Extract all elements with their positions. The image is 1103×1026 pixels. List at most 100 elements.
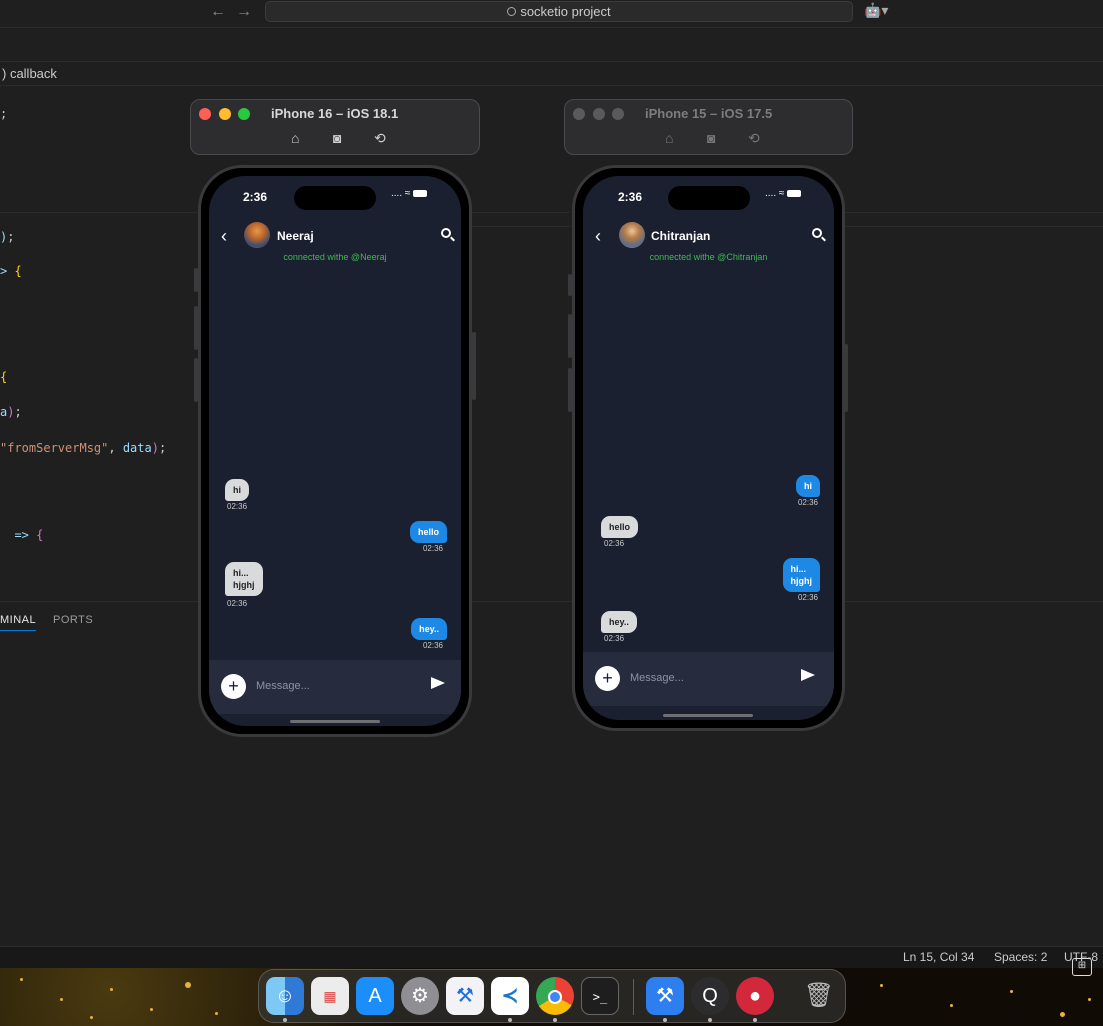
message-input[interactable]: Message... (630, 672, 684, 684)
add-attachment-button[interactable]: + (221, 674, 246, 699)
code-line: => { (14, 528, 44, 542)
battery-icon (787, 189, 802, 197)
message-time: 02:36 (797, 498, 818, 507)
search-text: socketio project (520, 4, 611, 19)
dynamic-island (668, 186, 750, 210)
connection-status: connected withe @Neeraj (283, 252, 387, 262)
back-arrow-icon[interactable]: ← (210, 3, 226, 21)
message-bubble-outgoing[interactable]: hey.. (411, 618, 447, 640)
avatar[interactable] (244, 222, 270, 248)
back-chevron-icon[interactable]: ‹ (221, 226, 227, 247)
system-settings-icon[interactable]: ⚙ (401, 977, 439, 1015)
chrome-icon[interactable] (536, 977, 574, 1015)
code-editor[interactable]: ; ); > { { a); "fromServerMsg", data); =… (0, 87, 1103, 601)
message-time: 02:36 (227, 502, 248, 511)
connection-status: connected withe @Chitranjan (649, 252, 768, 262)
close-button[interactable] (199, 108, 211, 120)
dock: ☺ ▦ A ⚙ ⚒ ≺ >_ ⚒ Q ● 🗑 (258, 969, 846, 1023)
search-icon[interactable] (441, 228, 451, 238)
contact-name: Chitranjan (651, 229, 711, 243)
status-time: 2:36 (243, 190, 268, 204)
title-bar: ← → socketio project 🤖▾ (0, 0, 1103, 28)
home-indicator (663, 714, 753, 717)
rotate-icon[interactable]: ⟲ (748, 130, 760, 147)
copilot-icon[interactable]: 🤖▾ (864, 2, 888, 19)
divider (840, 226, 1103, 227)
home-icon[interactable]: ⌂ (665, 130, 673, 146)
minimize-button[interactable] (219, 108, 231, 120)
avatar[interactable] (619, 222, 645, 248)
status-time: 2:36 (618, 190, 643, 204)
contact-name: Neeraj (277, 229, 314, 243)
search-icon (507, 7, 517, 16)
send-icon[interactable] (431, 677, 445, 689)
instruments-icon[interactable]: ⚒ (446, 977, 484, 1015)
vscode-icon[interactable]: ≺ (491, 977, 529, 1015)
divider (470, 212, 570, 213)
message-bubble-outgoing[interactable]: hello (409, 521, 447, 543)
simulator-window-right[interactable]: iPhone 15 – iOS 17.5 ⌂ ◙ ⟲ (564, 99, 853, 155)
cursor-position[interactable]: Ln 15, Col 34 (903, 947, 974, 968)
divider (0, 212, 200, 213)
editor-tab-row (0, 28, 1103, 62)
code-line: { (0, 370, 8, 384)
close-button[interactable] (573, 108, 585, 120)
message-time: 02:36 (422, 544, 443, 553)
dynamic-island (294, 186, 376, 210)
search-icon[interactable] (812, 228, 822, 238)
screenshot-icon[interactable]: ◙ (707, 130, 715, 146)
simulator-window-left[interactable]: iPhone 16 – iOS 18.1 ⌂ ◙ ⟲ (190, 99, 480, 155)
chat-screen: 2:36 .... ≈ ‹ Chitranjan connected withe… (583, 176, 834, 720)
message-input[interactable]: Message... (256, 680, 310, 692)
bottom-panel: MINAL PORTS (0, 601, 1103, 946)
zoom-button[interactable] (612, 108, 624, 120)
wifi-icon: ≈ (404, 188, 411, 199)
zoom-button[interactable] (238, 108, 250, 120)
finder-icon[interactable]: ☺ (266, 977, 304, 1015)
xcode-icon[interactable]: ⚒ (646, 977, 684, 1015)
message-bubble-incoming[interactable]: hey.. (601, 611, 637, 633)
add-attachment-button[interactable]: + (595, 666, 620, 691)
divider (470, 226, 570, 227)
divider (840, 212, 1103, 213)
message-time: 02:36 (227, 599, 248, 608)
home-icon[interactable]: ⌂ (291, 130, 299, 146)
screen-recorder-icon[interactable]: ● (736, 977, 774, 1015)
terminal-icon[interactable]: >_ (581, 977, 619, 1015)
forward-arrow-icon[interactable]: → (236, 3, 252, 21)
message-bubble-incoming[interactable]: hi (225, 479, 249, 501)
minimize-button[interactable] (593, 108, 605, 120)
code-line: "fromServerMsg", data); (0, 441, 167, 455)
message-bubble-outgoing[interactable]: hi... hjghj (782, 558, 820, 592)
chat-screen: 2:36 .... ≈ ‹ Neeraj connected withe @Ne… (209, 176, 461, 726)
message-bubble-incoming[interactable]: hello (601, 516, 639, 538)
simulator-title: iPhone 15 – iOS 17.5 (645, 106, 773, 121)
screenshot-icon[interactable]: ◙ (333, 130, 341, 146)
back-chevron-icon[interactable]: ‹ (595, 226, 601, 247)
launchpad-icon[interactable]: ▦ (311, 977, 349, 1015)
breadcrumb[interactable]: ) callback (0, 62, 1103, 86)
indentation-setting[interactable]: Spaces: 2 (994, 947, 1047, 968)
message-time: 02:36 (604, 539, 625, 548)
code-line: ); (0, 230, 15, 244)
code-line: ; (0, 107, 8, 121)
live-text-icon[interactable]: ⊞ (1072, 958, 1092, 976)
quicktime-icon[interactable]: Q (691, 977, 729, 1015)
message-bubble-outgoing[interactable]: hi (796, 475, 820, 497)
iphone-15-device: 2:36 .... ≈ ‹ Chitranjan connected withe… (572, 165, 845, 731)
send-icon[interactable] (801, 669, 815, 681)
rotate-icon[interactable]: ⟲ (374, 130, 386, 147)
tab-ports[interactable]: PORTS (53, 614, 93, 626)
status-icons: .... ≈ (391, 188, 428, 199)
wifi-icon: ≈ (778, 188, 785, 199)
app-store-icon[interactable]: A (356, 977, 394, 1015)
message-time: 02:36 (604, 634, 625, 643)
trash-icon[interactable]: 🗑 (800, 977, 838, 1015)
message-time: 02:36 (422, 641, 443, 650)
code-line: a); (0, 405, 22, 419)
home-indicator (290, 720, 380, 723)
message-bubble-incoming[interactable]: hi... hjghj (225, 562, 263, 596)
status-bar: Ln 15, Col 34 Spaces: 2 UTF-8 (0, 946, 1103, 968)
tab-terminal[interactable]: MINAL (0, 614, 37, 631)
command-center-search[interactable]: socketio project (265, 1, 853, 22)
